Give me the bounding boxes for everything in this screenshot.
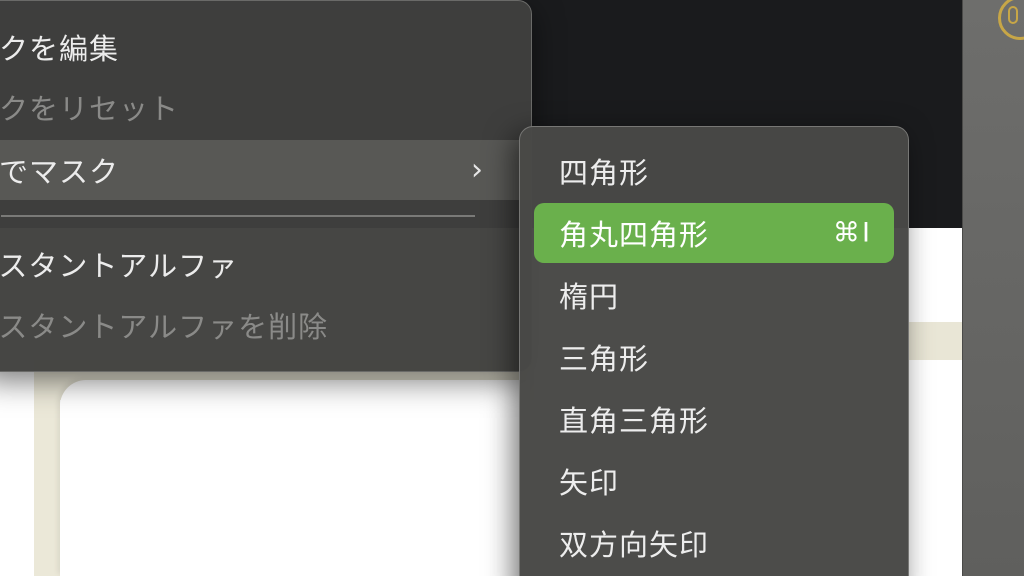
menu-item-instant-alpha[interactable]: ンスタントアルファ (0, 234, 531, 294)
submenu-item-triangle[interactable]: 三角形 (534, 327, 894, 387)
keyboard-shortcut: ⌘I (833, 217, 872, 249)
menu-separator (1, 215, 475, 217)
submenu-item-label: 楕円 (559, 280, 620, 314)
canvas-card (60, 380, 530, 576)
submenu-item-rounded-rectangle[interactable]: 角丸四角形 ⌘I (534, 203, 894, 263)
menu-item-label: ンスタントアルファ (0, 249, 239, 283)
submenu-item-rectangle[interactable]: 四角形 (534, 141, 894, 201)
submenu-item-label: 四角形 (559, 156, 650, 190)
chevron-right-icon: › (471, 152, 484, 188)
submenu-item-ellipse[interactable]: 楕円 (534, 265, 894, 325)
menu-item-label: ンスタントアルファを削除 (0, 310, 329, 344)
menu-item-edit-mask[interactable]: スクを編集 (0, 17, 531, 77)
submenu-item-label: 三角形 (559, 342, 650, 376)
menu-item-mask-with-shape[interactable]: 形でマスク › (0, 140, 531, 200)
submenu-item-arrow[interactable]: 矢印 (534, 451, 894, 511)
shape-submenu: 四角形 角丸四角形 ⌘I 楕円 三角形 直角三角形 矢印 双方向矢印 (519, 126, 909, 576)
submenu-item-double-arrow[interactable]: 双方向矢印 (534, 513, 894, 573)
submenu-item-label: 双方向矢印 (559, 528, 710, 562)
context-menu: スクを編集 スクをリセット 形でマスク › ンスタントアルファ ンスタントアルフ… (0, 0, 532, 372)
right-sidebar-panel (962, 0, 1024, 576)
canvas-shape-left (34, 360, 60, 576)
submenu-item-label: 直角三角形 (559, 404, 710, 438)
app-logo-mark-icon (1008, 6, 1018, 24)
submenu-item-label: 矢印 (559, 466, 620, 500)
menu-item-reset-mask: スクをリセット (0, 77, 531, 137)
menu-item-label: スクをリセット (0, 92, 180, 126)
menu-item-remove-instant-alpha: ンスタントアルファを削除 (0, 295, 531, 355)
app-window: スクを編集 スクをリセット 形でマスク › ンスタントアルファ ンスタントアルフ… (0, 0, 1024, 576)
submenu-item-right-triangle[interactable]: 直角三角形 (534, 389, 894, 449)
submenu-item-label: 角丸四角形 (559, 218, 710, 252)
menu-item-label: スクを編集 (0, 32, 120, 66)
menu-item-label: 形でマスク (0, 155, 120, 189)
